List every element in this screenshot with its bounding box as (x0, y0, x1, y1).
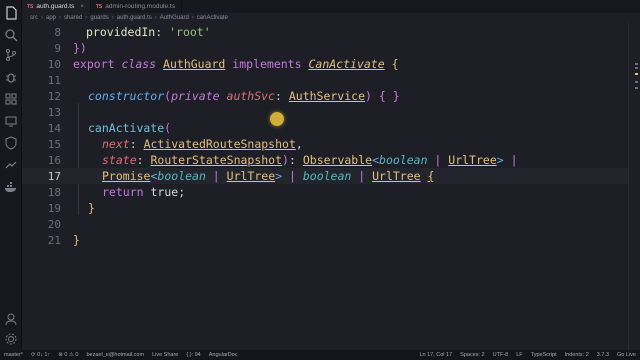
code-line-current: 17 Promise<boolean | UrlTree> | boolean … (22, 168, 628, 184)
breadcrumb: src › app › shared › guards › auth.guard.ts ›… (22, 13, 640, 23)
typescript-icon: TS (95, 3, 103, 10)
line-number: 21 (47, 233, 61, 247)
code-line: 13 (22, 104, 628, 120)
breadcrumb-item[interactable]: auth.guard.ts (117, 15, 152, 21)
close-icon[interactable]: × (80, 4, 84, 10)
code-line: 9 }) (22, 40, 628, 56)
tab-auth-guard[interactable]: TS auth.guard.ts × (22, 0, 91, 13)
line-number: 13 (47, 105, 61, 119)
live-share-button[interactable]: Live Share (148, 352, 182, 358)
source-control-icon[interactable] (4, 48, 18, 62)
typescript-icon: TS (27, 3, 34, 10)
indent-spaces[interactable]: Spaces: 2 (456, 352, 488, 358)
remote-explorer-icon[interactable] (4, 114, 18, 128)
debug-icon[interactable] (4, 70, 18, 84)
code-line: 15 next: ActivatedRouteSnapshot, (22, 136, 628, 152)
tab-label: admin-routing.module.ts (105, 3, 175, 10)
breadcrumb-item[interactable]: app (46, 15, 56, 21)
status-bar: master* ⟳ 0↓ 1↑ ⊗ 0 ⚠ 0 bezael_e@hotmail… (0, 350, 640, 360)
gear-icon[interactable] (4, 332, 18, 346)
line-number: 20 (47, 217, 61, 231)
code-line: 18 return true; (22, 184, 628, 200)
tab-label: auth.guard.ts (36, 3, 75, 10)
line-number: 9 (54, 41, 61, 55)
line-number: 8 (54, 25, 61, 39)
line-number: 19 (47, 201, 61, 215)
end-of-line[interactable]: LF (512, 352, 526, 358)
mouse-cursor-highlight (270, 112, 284, 126)
file-encoding[interactable]: UTF-8 (489, 352, 513, 358)
problems-indicator[interactable]: ⊗ 0 ⚠ 0 (54, 352, 82, 358)
line-number: 11 (47, 73, 61, 87)
line-number: 17 (47, 169, 61, 183)
editor-tabs: TS auth.guard.ts × TS admin-routing.modu… (22, 0, 640, 13)
account-icon[interactable] (4, 312, 18, 326)
code-line: 8 providedIn: 'root' (22, 24, 628, 40)
line-number: 18 (47, 185, 61, 199)
code-line: 11 (22, 72, 628, 88)
line-number: 14 (47, 121, 61, 135)
line-number: 16 (47, 153, 61, 167)
line-number: 10 (47, 57, 61, 71)
indent-info[interactable]: Indents: 2 (561, 352, 593, 358)
breadcrumb-item[interactable]: shared (64, 15, 82, 21)
code-line: 20 (22, 216, 628, 232)
shield-icon[interactable] (4, 136, 18, 150)
code-line: 12 constructor(private authSvc: AuthServ… (22, 88, 628, 104)
activity-bar (0, 0, 22, 350)
breadcrumb-item[interactable]: guards (90, 15, 108, 21)
search-icon[interactable] (4, 28, 18, 42)
language-mode[interactable]: TypeScript (527, 352, 561, 358)
code-line: 10 export class AuthGuard implements Can… (22, 56, 628, 72)
code-line: 16 state: RouterStateSnapshot): Observab… (22, 152, 628, 168)
cursor-position[interactable]: Ln 17, Col 17 (415, 352, 456, 358)
code-editor[interactable]: 8 providedIn: 'root' 9 }) 10 export clas… (22, 23, 628, 350)
git-sync[interactable]: ⟳ 0↓ 1↑ (27, 352, 54, 358)
framework-indicator[interactable]: AngularDoc (205, 352, 242, 358)
vertical-scrollbar[interactable] (628, 23, 640, 350)
selection-info[interactable]: {.}: 94 (182, 352, 204, 358)
code-line: 21 } (22, 232, 628, 248)
breadcrumb-item[interactable]: canActivate (197, 15, 228, 21)
extensions-icon[interactable] (4, 92, 18, 106)
line-number: 15 (47, 137, 61, 151)
docker-icon[interactable] (4, 180, 18, 194)
line-number: 12 (47, 89, 61, 103)
live-share-icon[interactable] (4, 158, 18, 172)
breadcrumb-item[interactable]: AuthGuard (160, 15, 189, 21)
files-icon[interactable] (4, 6, 18, 20)
ts-version[interactable]: 3.7.3 (593, 352, 613, 358)
git-branch[interactable]: master* (0, 352, 27, 358)
code-line: 14 canActivate( (22, 120, 628, 136)
breadcrumb-item[interactable]: src (30, 15, 38, 21)
tab-admin-routing[interactable]: TS admin-routing.module.ts (91, 0, 182, 13)
user-account[interactable]: bezael_e@hotmail.com (83, 352, 149, 358)
code-line: 19 } (22, 200, 628, 216)
go-live-button[interactable]: Go Live (613, 352, 640, 358)
